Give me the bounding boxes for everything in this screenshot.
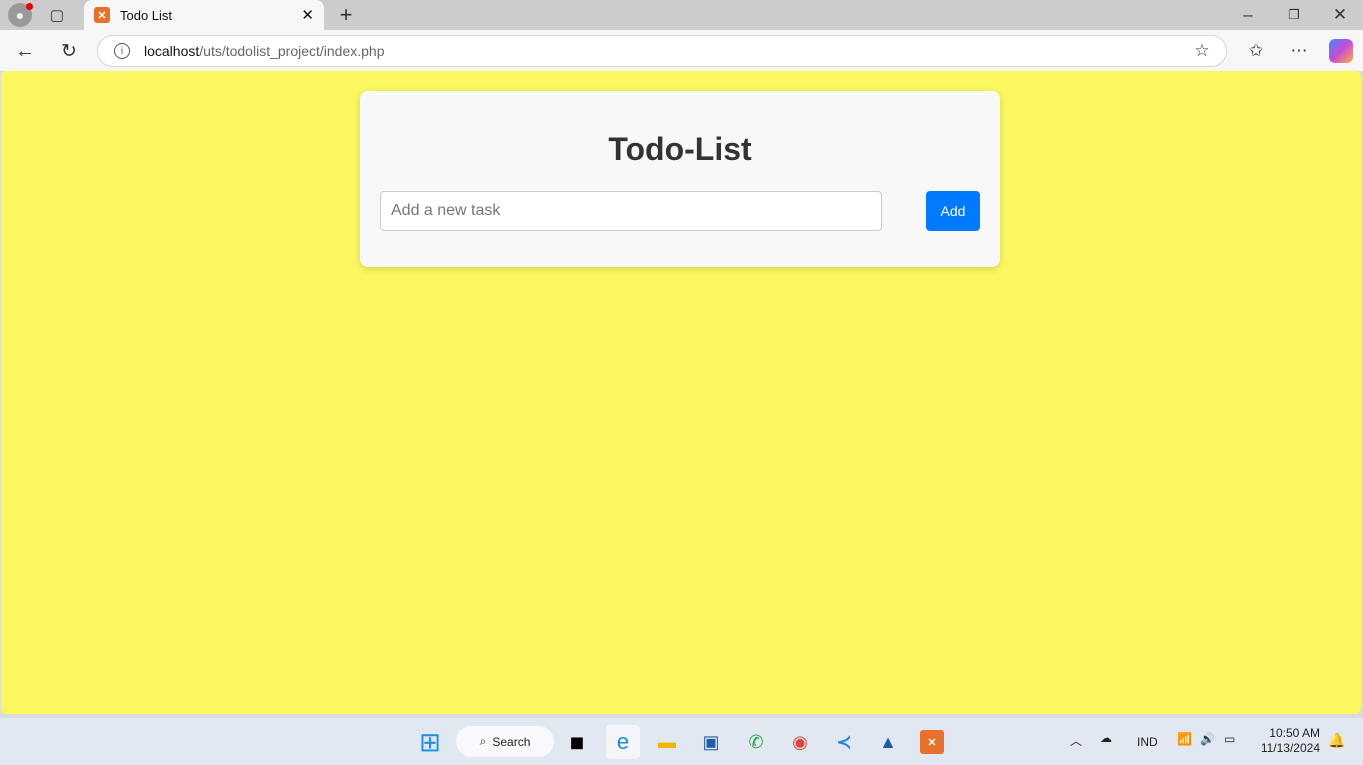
favorites-icon[interactable]: ✩ — [1244, 39, 1268, 63]
close-tab-icon[interactable]: ✕ — [301, 6, 314, 24]
notifications-bell-icon[interactable]: 🔔 — [1328, 732, 1345, 749]
clock[interactable]: 10:50 AM 11/13/2024 — [1256, 726, 1320, 756]
onedrive-offline-icon[interactable]: ☁ — [1100, 731, 1112, 745]
favorite-star-icon[interactable]: ☆ — [1190, 39, 1214, 63]
new-task-input[interactable] — [380, 191, 882, 231]
volume-icon[interactable]: 🔊 — [1200, 732, 1215, 746]
time: 10:50 AM — [1269, 726, 1320, 740]
tab-actions-icon[interactable]: ▢ — [45, 3, 69, 27]
search-label: Search — [492, 734, 531, 749]
battery-icon[interactable]: ▭ — [1224, 732, 1235, 746]
edge-icon[interactable]: e — [606, 725, 640, 759]
language-indicator[interactable]: IND — [1137, 735, 1158, 749]
tab-todo-list[interactable]: ✕ Todo List ✕ — [84, 0, 324, 30]
xampp-favicon-icon: ✕ — [94, 7, 110, 23]
url-path: /uts/todolist_project/index.php — [199, 43, 385, 59]
page-title: Todo-List — [608, 131, 752, 167]
whatsapp-icon[interactable]: ✆ — [739, 725, 773, 759]
search-icon: ⌕ — [479, 734, 487, 748]
add-button[interactable]: Add — [926, 191, 980, 231]
show-hidden-icons[interactable]: ︿ — [1070, 732, 1082, 749]
photos-icon[interactable]: ▲ — [871, 725, 905, 759]
new-tab-icon[interactable]: + — [334, 2, 358, 27]
restore-icon[interactable]: ❐ — [1282, 3, 1306, 27]
reload-icon[interactable]: ↻ — [57, 39, 81, 63]
date: 11/13/2024 — [1260, 741, 1320, 755]
tab-title: Todo List — [120, 7, 173, 23]
url-host: localhost — [144, 43, 200, 59]
chrome-icon[interactable]: ◉ — [783, 725, 817, 759]
minimize-icon[interactable]: – — [1236, 3, 1260, 27]
xampp-icon[interactable]: ✕ — [915, 725, 949, 759]
copilot-icon[interactable] — [1329, 39, 1353, 63]
todo-card: Todo-List Add — [360, 91, 1000, 267]
more-menu-icon[interactable]: ⋯ — [1287, 39, 1311, 63]
back-icon[interactable]: ← — [13, 39, 37, 63]
store-icon[interactable]: ▣ — [694, 725, 728, 759]
vscode-icon[interactable]: ≺ — [827, 725, 861, 759]
wifi-icon[interactable]: 📶 — [1177, 732, 1192, 746]
address-bar[interactable]: i localhost/uts/todolist_project/index.p… — [97, 35, 1227, 67]
close-window-icon[interactable]: ✕ — [1328, 3, 1352, 27]
file-explorer-icon[interactable]: ▬ — [650, 725, 684, 759]
site-info-icon[interactable]: i — [114, 43, 130, 59]
task-view-icon[interactable]: ◼ — [560, 725, 594, 759]
taskbar-search[interactable]: ⌕ Search — [456, 726, 554, 757]
notification-dot — [26, 3, 33, 10]
start-icon[interactable]: ⊞ — [413, 725, 447, 759]
